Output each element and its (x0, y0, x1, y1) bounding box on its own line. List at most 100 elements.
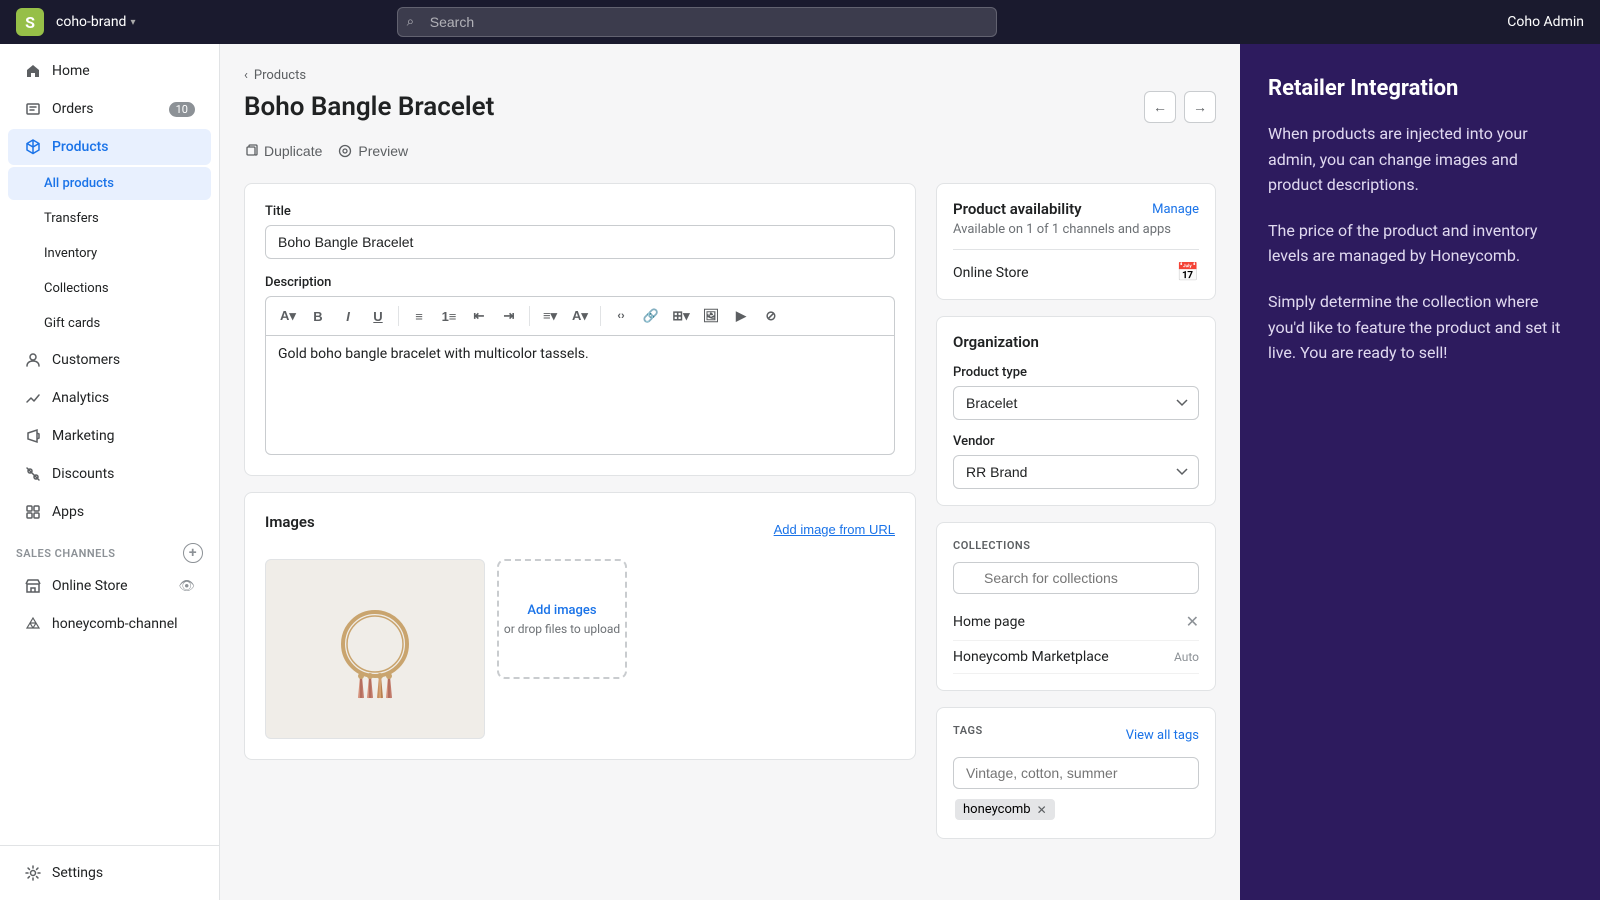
rte-align-btn[interactable]: ≡▾ (536, 303, 564, 329)
rte-font-btn[interactable]: A▾ (274, 303, 302, 329)
rte-source-btn[interactable]: ‹› (607, 303, 635, 329)
inventory-label: Inventory (44, 246, 97, 261)
bracelet-image[interactable] (265, 559, 485, 739)
discounts-icon (24, 465, 42, 483)
rte-indent-left-btn[interactable]: ⇤ (465, 303, 493, 329)
analytics-icon (24, 389, 42, 407)
left-column: Title Description A▾ B I U ≡ 1≡ ⇤ ⇥ (244, 183, 916, 855)
sidebar-item-all-products[interactable]: All products (8, 167, 211, 200)
brand-caret-icon: ▾ (130, 17, 135, 28)
rte-video-btn[interactable]: ▶ (727, 303, 755, 329)
sidebar-item-orders[interactable]: Orders 10 (8, 91, 211, 127)
info-panel: Retailer Integration When products are i… (1240, 44, 1600, 900)
rte-underline-btn[interactable]: U (364, 303, 392, 329)
sidebar-item-inventory[interactable]: Inventory (8, 237, 211, 270)
rte-bold-btn[interactable]: B (304, 303, 332, 329)
sidebar-item-apps[interactable]: Apps (8, 494, 211, 530)
vendor-select[interactable]: RR Brand (953, 455, 1199, 489)
availability-card: Product availability Manage Available on… (936, 183, 1216, 300)
apps-icon (24, 503, 42, 521)
organization-card: Organization Product type Bracelet Vendo… (936, 316, 1216, 506)
remove-tag-button[interactable]: ✕ (1037, 803, 1047, 817)
collections-search-input[interactable] (953, 562, 1199, 594)
search-input[interactable] (397, 7, 997, 37)
add-image-url-button[interactable]: Add image from URL (774, 522, 895, 537)
product-type-select[interactable]: Bracelet (953, 386, 1199, 420)
honeycomb-channel-label: honeycomb-channel (52, 616, 178, 632)
previous-product-button[interactable]: ← (1144, 91, 1176, 123)
sidebar-item-gift-cards[interactable]: Gift cards (8, 307, 211, 340)
page-navigation-arrows: ← → (1144, 91, 1216, 123)
sidebar-item-home[interactable]: Home (8, 53, 211, 89)
rte-indent-right-btn[interactable]: ⇥ (495, 303, 523, 329)
calendar-icon[interactable]: 📅 (1177, 262, 1199, 283)
remove-collection-button[interactable]: ✕ (1186, 612, 1199, 632)
tags-card: TAGS View all tags honeycomb ✕ (936, 707, 1216, 839)
logo-icon: S (16, 8, 44, 36)
breadcrumb-chevron: ‹ (244, 68, 248, 83)
view-all-tags-link[interactable]: View all tags (1126, 728, 1199, 743)
rte-table-btn[interactable]: ⊞▾ (667, 303, 695, 329)
add-images-link[interactable]: Add images (527, 603, 596, 618)
rte-toolbar: A▾ B I U ≡ 1≡ ⇤ ⇥ ≡▾ A▾ ‹› 🔗 (265, 296, 895, 335)
brand-selector[interactable]: coho-brand ▾ (56, 14, 135, 30)
tags-section-label: TAGS (953, 724, 983, 737)
sidebar-item-discounts[interactable]: Discounts (8, 456, 211, 492)
availability-header: Product availability Manage (953, 200, 1199, 218)
page-title: Boho Bangle Bracelet (244, 92, 494, 122)
online-store-eye-icon: 👁 (178, 579, 195, 594)
duplicate-button[interactable]: Duplicate (244, 139, 322, 163)
tags-header: TAGS View all tags (953, 724, 1199, 747)
sidebar-item-online-store[interactable]: Online Store 👁 (8, 568, 211, 604)
vendor-label: Vendor (953, 434, 1199, 449)
sidebar-item-label: Products (52, 139, 109, 155)
collections-card: COLLECTIONS ⌕ Home page ✕ Honeycomb Mark… (936, 522, 1216, 691)
top-navigation: S coho-brand ▾ ⌕ Coho Admin (0, 0, 1600, 44)
online-store-label: Online Store (953, 265, 1029, 281)
sidebar-item-label: Analytics (52, 390, 109, 406)
collection-honeycomb-marketplace: Honeycomb Marketplace Auto (953, 641, 1199, 674)
sidebar-item-products[interactable]: Products (8, 129, 211, 165)
sidebar-item-marketing[interactable]: Marketing (8, 418, 211, 454)
sidebar-item-honeycomb-channel[interactable]: honeycomb-channel (8, 606, 211, 642)
breadcrumb-parent-link[interactable]: Products (254, 68, 306, 83)
rte-bullets-btn[interactable]: ≡ (405, 303, 433, 329)
images-header: Images Add image from URL (265, 513, 895, 545)
sidebar-item-transfers[interactable]: Transfers (8, 202, 211, 235)
description-label: Description (265, 275, 895, 290)
title-label: Title (265, 204, 895, 219)
rte-color-btn[interactable]: A▾ (566, 303, 594, 329)
collection-name: Honeycomb Marketplace (953, 649, 1109, 665)
info-panel-para-3: Simply determine the collection where yo… (1268, 289, 1572, 366)
description-editor[interactable]: Gold boho bangle bracelet with multicolo… (265, 335, 895, 455)
manage-link[interactable]: Manage (1152, 202, 1199, 217)
add-channel-button[interactable]: + (183, 543, 203, 563)
description-text: Gold boho bangle bracelet with multicolo… (278, 346, 589, 362)
gift-cards-label: Gift cards (44, 316, 100, 331)
tags-chips: honeycomb ✕ (953, 797, 1199, 822)
search-icon: ⌕ (407, 15, 414, 30)
rte-italic-btn[interactable]: I (334, 303, 362, 329)
preview-label: Preview (358, 143, 408, 159)
products-icon (24, 138, 42, 156)
rte-emoji-btn[interactable]: ⊘ (757, 303, 785, 329)
all-products-label: All products (44, 176, 114, 191)
next-product-button[interactable]: → (1184, 91, 1216, 123)
rte-link-btn[interactable]: 🔗 (637, 303, 665, 329)
availability-title: Product availability (953, 200, 1082, 218)
organization-title: Organization (953, 333, 1199, 351)
title-input[interactable] (265, 225, 895, 259)
sidebar-item-analytics[interactable]: Analytics (8, 380, 211, 416)
marketing-icon (24, 427, 42, 445)
rte-image-btn[interactable]: 🖼 (697, 303, 725, 329)
rte-ordered-btn[interactable]: 1≡ (435, 303, 463, 329)
sidebar-item-collections[interactable]: Collections (8, 272, 211, 305)
online-store-label: Online Store (52, 578, 128, 594)
sidebar-item-customers[interactable]: Customers (8, 342, 211, 378)
add-images-dropzone[interactable]: Add images or drop files to upload (497, 559, 627, 679)
brand-name: coho-brand (56, 14, 126, 30)
sidebar-item-label: Apps (52, 504, 84, 520)
preview-button[interactable]: Preview (338, 139, 408, 163)
sidebar-item-settings[interactable]: Settings (8, 855, 211, 891)
tags-input[interactable] (953, 757, 1199, 789)
